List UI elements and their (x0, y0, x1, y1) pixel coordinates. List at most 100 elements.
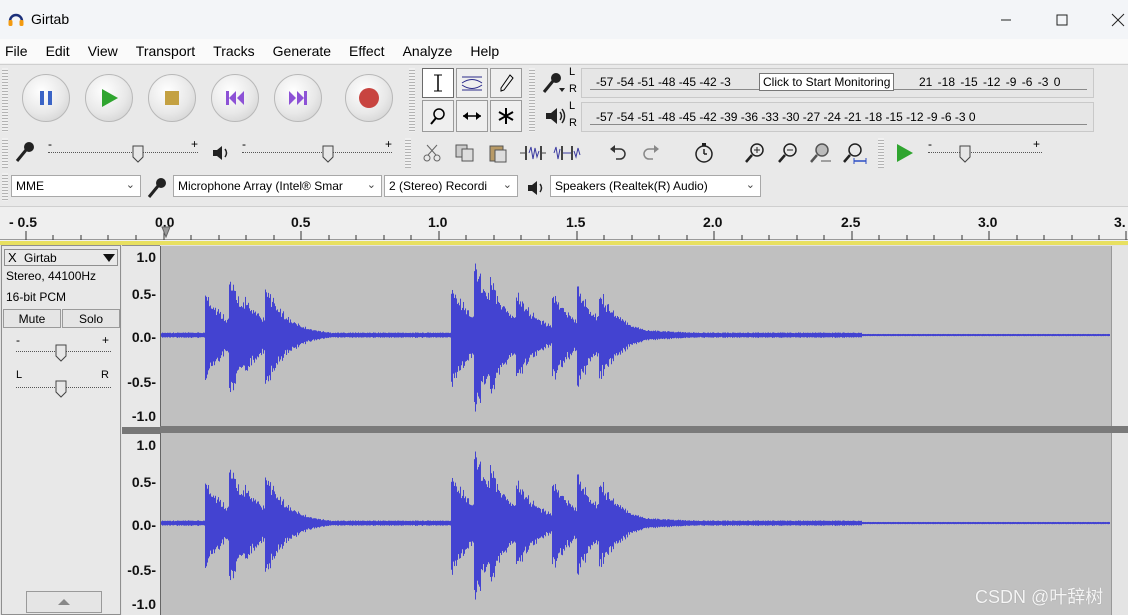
play-at-speed-button[interactable] (889, 139, 919, 167)
edit-toolbar-grip[interactable] (405, 138, 411, 168)
selection-tool-button[interactable] (422, 68, 454, 98)
maximize-button[interactable] (1039, 0, 1085, 39)
record-channel-l: L (569, 66, 576, 78)
envelope-tool-button[interactable] (456, 68, 488, 98)
playback-meter-ticks: -57 -54 -51 -48 -45 -42 -39 -36 -33 -30 … (596, 110, 976, 124)
skip-to-end-button[interactable] (274, 74, 322, 122)
draw-tool-button[interactable] (490, 68, 522, 98)
track-control-panel[interactable]: X Girtab Stereo, 44100Hz 16-bit PCM Mute… (1, 245, 121, 615)
scale-label: 1.0 (136, 437, 156, 453)
playback-volume-slider[interactable]: - + (240, 137, 395, 167)
recording-device-select[interactable]: Microphone Array (Intel® Smar ⌄ (173, 175, 382, 197)
mixer-toolbar-grip[interactable] (2, 138, 8, 168)
close-button[interactable] (1095, 0, 1128, 39)
menu-edit[interactable]: Edit (46, 43, 70, 59)
menu-effect[interactable]: Effect (349, 43, 385, 59)
playback-volume-plus: + (385, 137, 393, 151)
record-meter[interactable]: -57 -54 -51 -48 -45 -42 -3 21 -18 -15 -1… (581, 68, 1094, 98)
collapse-track-button[interactable] (26, 591, 102, 613)
audio-host-select[interactable]: MME ⌄ (11, 175, 141, 197)
scale-label: -0.5- (127, 562, 156, 578)
redo-button[interactable] (636, 139, 666, 167)
copy-button[interactable] (450, 139, 480, 167)
scale-label: -1.0 (131, 596, 156, 612)
title-bar: Girtab (0, 0, 1128, 39)
sync-lock-button[interactable] (689, 139, 719, 167)
silence-audio-button[interactable] (552, 139, 582, 167)
minimize-button[interactable] (983, 0, 1029, 39)
transport-toolbar-grip[interactable] (2, 68, 8, 132)
menu-view[interactable]: View (88, 43, 118, 59)
play-speed-plus: + (1033, 137, 1041, 151)
menu-tracks[interactable]: Tracks (213, 43, 254, 59)
pause-button[interactable] (22, 74, 70, 122)
paste-button[interactable] (483, 139, 513, 167)
playback-volume-minus: - (242, 137, 246, 151)
gain-minus: - (16, 333, 20, 347)
menu-analyze[interactable]: Analyze (403, 43, 453, 59)
solo-button[interactable]: Solo (62, 309, 120, 328)
recording-volume-plus: + (191, 137, 199, 151)
window-title: Girtab (31, 11, 70, 27)
fit-project-button[interactable] (840, 139, 870, 167)
track-name-menu[interactable]: Girtab (24, 251, 57, 265)
cut-button[interactable] (417, 139, 447, 167)
scale-label: 0.0- (131, 329, 156, 345)
playback-meter-speaker-icon[interactable] (544, 105, 568, 130)
fit-selection-button[interactable] (806, 139, 836, 167)
zoom-out-button[interactable] (773, 139, 803, 167)
track-header: X Girtab (4, 249, 118, 266)
scale-label: 0.5- (131, 474, 156, 490)
play-button[interactable] (85, 74, 133, 122)
track-format-rate: Stereo, 44100Hz (6, 269, 97, 283)
track-close-button[interactable]: X (8, 250, 17, 265)
zoom-in-button[interactable] (740, 139, 770, 167)
menu-transport[interactable]: Transport (136, 43, 195, 59)
monitor-tooltip[interactable]: Click to Start Monitoring (759, 73, 895, 91)
recording-volume-slider[interactable]: - + (46, 137, 201, 167)
scale-label: 1.0 (136, 249, 156, 265)
playback-device-value: Speakers (Realtek(R) Audio) (555, 179, 708, 193)
play-speed-thumb[interactable] (959, 145, 971, 163)
playback-device-speaker-icon (526, 178, 548, 201)
gain-thumb[interactable] (55, 344, 67, 362)
pan-thumb[interactable] (55, 380, 67, 398)
trim-audio-button[interactable] (518, 139, 548, 167)
device-toolbar-grip[interactable] (2, 173, 8, 201)
menu-file[interactable]: File (5, 43, 28, 59)
meter-toolbar-grip[interactable] (529, 68, 535, 132)
playback-device-select[interactable]: Speakers (Realtek(R) Audio) ⌄ (550, 175, 761, 197)
track-gain-slider[interactable]: - + (16, 333, 111, 362)
play-speed-slider[interactable]: - + (926, 137, 1044, 167)
record-meter-mic-icon[interactable] (541, 71, 567, 98)
pan-right-label: R (101, 369, 109, 381)
timeline-ruler[interactable]: - 0.5 0.0 0.5 1.0 1.5 2.0 2.5 3.0 3. (0, 206, 1128, 240)
record-button[interactable] (345, 74, 393, 122)
recording-device-value: Microphone Array (Intel® Smar (178, 179, 343, 193)
time-shift-tool-button[interactable] (456, 100, 488, 132)
track-pan-slider[interactable]: L R (16, 369, 111, 398)
play-at-speed-grip[interactable] (878, 138, 884, 168)
zoom-tool-button[interactable] (422, 100, 454, 132)
recording-volume-thumb[interactable] (132, 145, 144, 163)
recording-channels-select[interactable]: 2 (Stereo) Recordi ⌄ (384, 175, 518, 197)
skip-to-start-button[interactable] (211, 74, 259, 122)
vertical-scale[interactable]: 1.0 0.5- 0.0- -0.5- -1.0 1.0 0.5- 0.0- -… (122, 245, 160, 615)
playback-meter[interactable]: -57 -54 -51 -48 -45 -42 -39 -36 -33 -30 … (581, 102, 1094, 132)
playback-volume-thumb[interactable] (322, 145, 334, 163)
playback-channel-r: R (569, 117, 577, 129)
app-logo-icon (7, 10, 25, 31)
menu-generate[interactable]: Generate (273, 43, 331, 59)
multi-tool-button[interactable] (490, 100, 522, 132)
track-menu-chevron-down-icon[interactable] (102, 252, 116, 266)
tools-toolbar-grip[interactable] (409, 68, 415, 132)
track-format-bits: 16-bit PCM (6, 290, 67, 304)
undo-button[interactable] (603, 139, 633, 167)
menu-help[interactable]: Help (470, 43, 499, 59)
chevron-down-icon: ⌄ (366, 179, 376, 191)
stop-button[interactable] (148, 74, 196, 122)
mute-button[interactable]: Mute (3, 309, 61, 328)
chevron-down-icon: ⌄ (745, 179, 755, 191)
scale-label: 0.5- (131, 286, 156, 302)
recording-channels-value: 2 (Stereo) Recordi (389, 179, 488, 193)
